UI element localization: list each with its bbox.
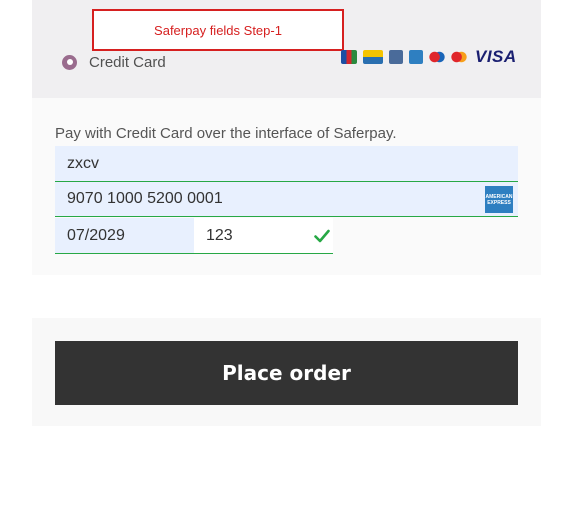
card-holder-value: zxcv (67, 154, 99, 172)
payment-description: Pay with Credit Card over the interface … (55, 125, 397, 142)
expiry-input[interactable]: 07/2029 (55, 218, 194, 254)
payment-method-credit-card[interactable]: Credit Card (62, 53, 166, 71)
amex-badge-icon: AMERICAN EXPRESS (485, 186, 513, 213)
credit-card-label[interactable]: Credit Card (89, 54, 166, 71)
mastercard-icon (451, 50, 467, 64)
cvc-value: 123 (206, 226, 233, 244)
place-order-button[interactable]: Place order (55, 341, 518, 405)
jcb-icon (341, 50, 357, 64)
postfinance-icon (389, 50, 403, 64)
expiry-value: 07/2029 (67, 226, 125, 244)
valid-check-icon (314, 229, 330, 243)
maestro-icon (429, 50, 445, 64)
visa-logo: VISA (475, 47, 517, 66)
amex-icon (409, 50, 423, 64)
card-number-input[interactable]: 9070 1000 5200 0001 AMERICAN EXPRESS (55, 182, 518, 217)
card-number-value: 9070 1000 5200 0001 (67, 190, 223, 207)
card-brand-icons: VISA (341, 47, 517, 66)
annotation-callout: Saferpay fields Step-1 (92, 9, 344, 51)
cvc-input[interactable]: 123 (194, 218, 333, 254)
annotation-text: Saferpay fields Step-1 (154, 22, 282, 38)
credit-card-radio[interactable] (62, 54, 77, 70)
bancontact-icon (363, 50, 383, 64)
card-holder-input[interactable]: zxcv (55, 146, 518, 182)
